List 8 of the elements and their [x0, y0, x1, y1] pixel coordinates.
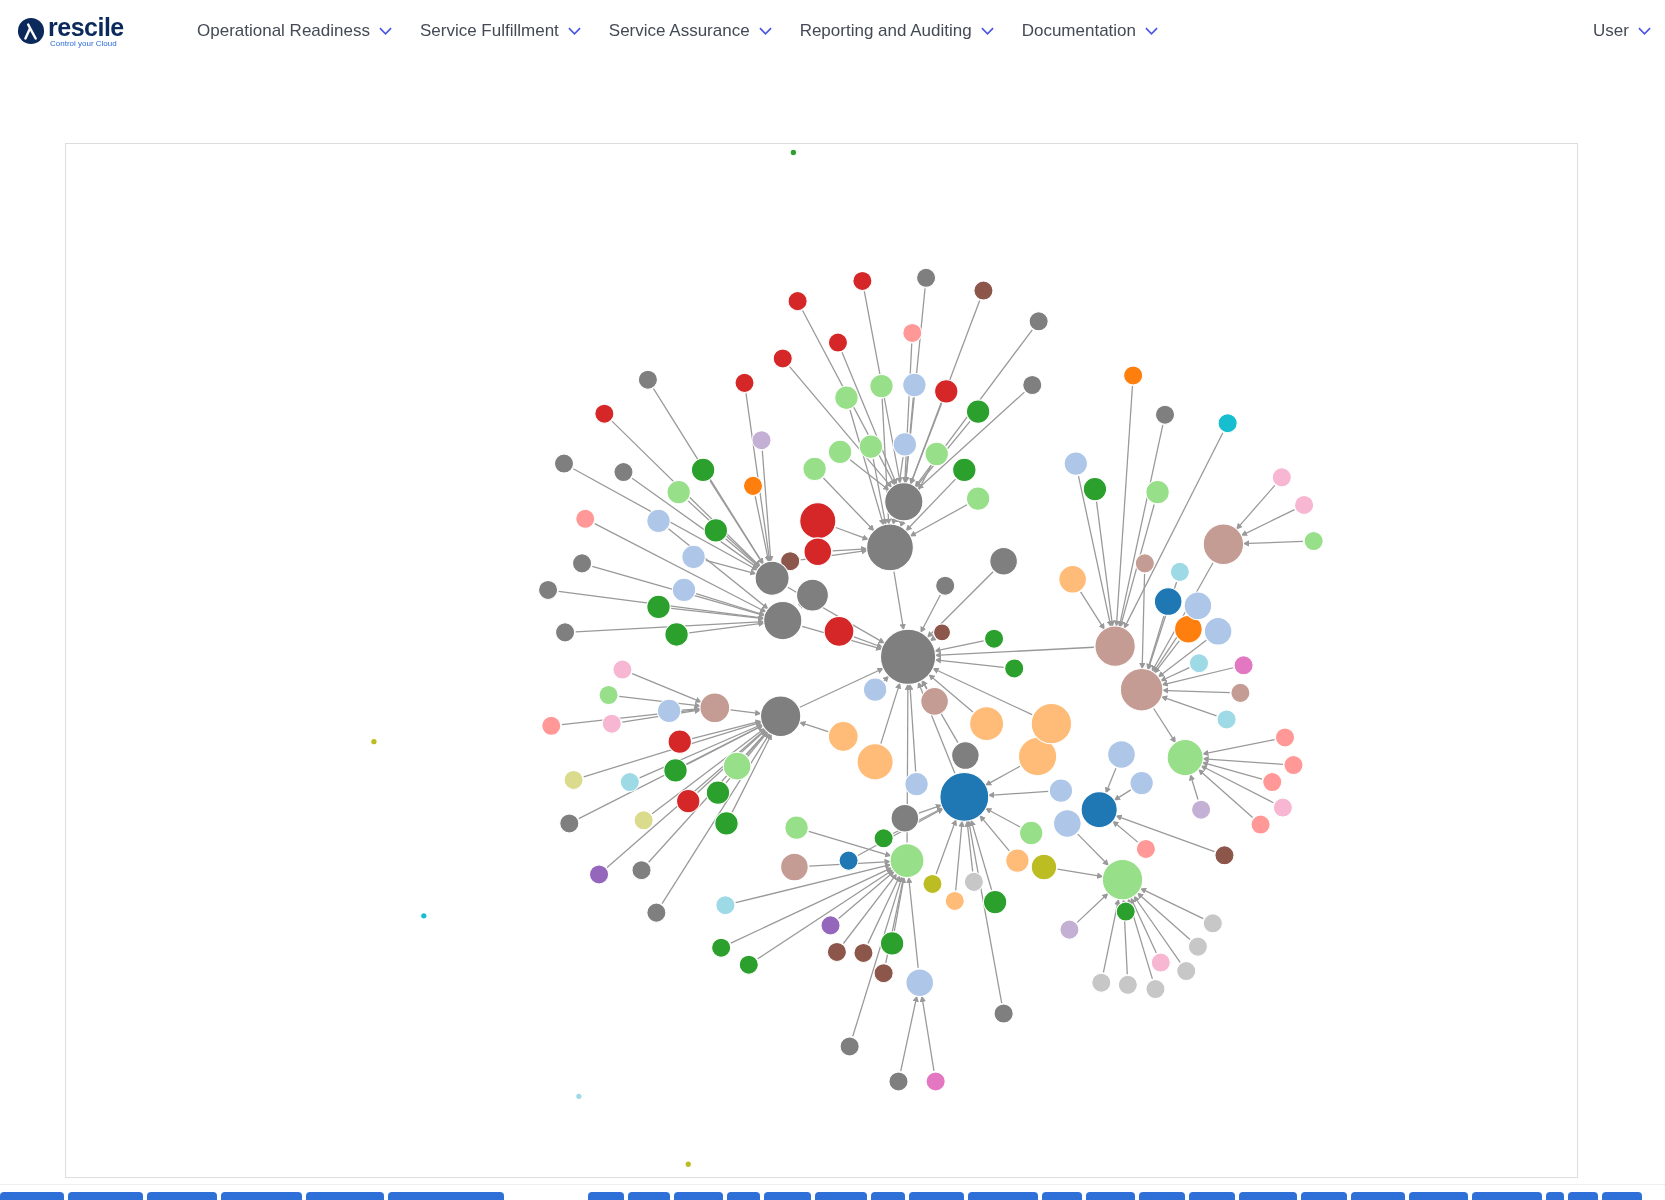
nav-menu[interactable]: Service Assurance	[608, 21, 772, 41]
nav-menu[interactable]: Documentation	[1021, 21, 1158, 41]
brand-name: rescile	[48, 14, 124, 40]
brand-tagline: Control your Cloud	[50, 39, 118, 48]
user-menu[interactable]: User	[1593, 21, 1651, 41]
nav-menu[interactable]: Reporting and Auditing	[799, 21, 994, 41]
nav-menu[interactable]: Operational Readiness	[197, 21, 392, 41]
nav-menu[interactable]: Service Fulfillment	[419, 21, 581, 41]
